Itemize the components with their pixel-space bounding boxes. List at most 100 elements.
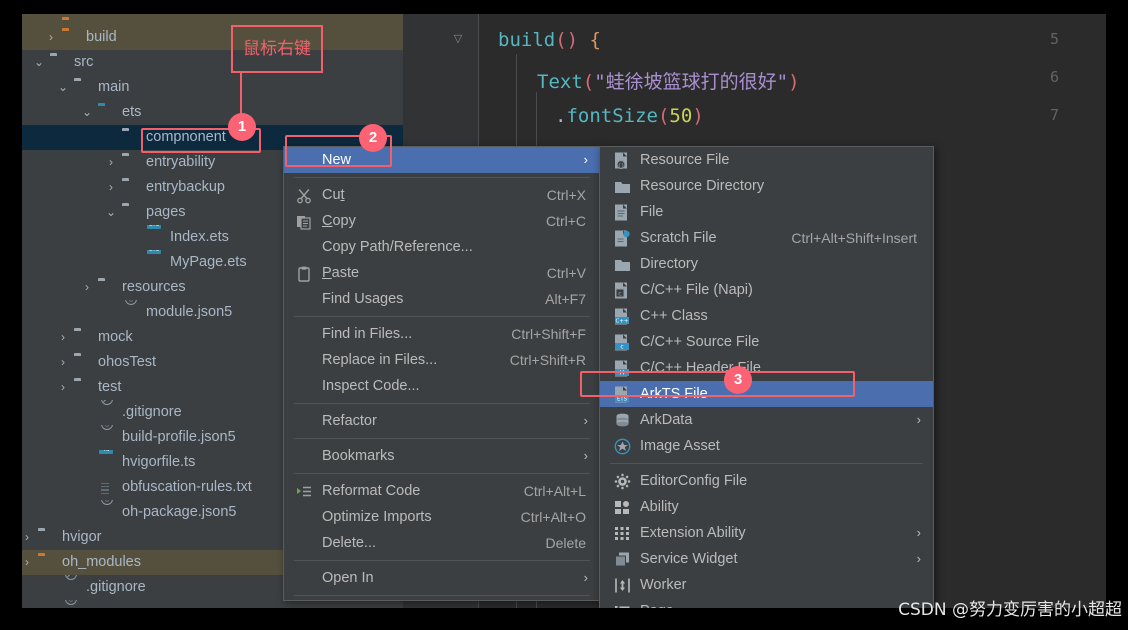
submenu-item-label: C/C++ Source File: [640, 334, 760, 350]
folder-gray-icon: [122, 204, 139, 221]
context-menu-item[interactable]: Find in Files... Ctrl+Shift+F: [284, 321, 600, 347]
tree-row[interactable]: {}: [22, 600, 403, 608]
watermark: CSDN @努力变厉害的小超超: [898, 600, 1122, 620]
menu-separator: [294, 595, 590, 596]
svg-text:c: c: [618, 290, 622, 298]
submenu-item[interactable]: Extension Ability ›: [600, 520, 933, 546]
chevron-icon[interactable]: ›: [44, 25, 58, 50]
context-menu-item[interactable]: Optimize Imports Ctrl+Alt+O: [284, 504, 600, 530]
submenu-item[interactable]: Directory: [600, 251, 933, 277]
submenu-item[interactable]: Page: [600, 598, 933, 608]
image-asset-icon: [614, 438, 631, 455]
menu-item-shortcut: Ctrl+Alt+O: [520, 509, 586, 525]
context-menu-item[interactable]: Copy Ctrl+C: [284, 208, 600, 234]
submenu-item[interactable]: c C/C++ File (Napi): [600, 277, 933, 303]
chevron-icon[interactable]: ›: [56, 325, 70, 350]
menu-item-shortcut: Ctrl+V: [546, 265, 586, 281]
svg-text:C++: C++: [615, 319, 628, 325]
folder-gray-icon: [74, 379, 91, 396]
folder-orange-icon: [62, 18, 79, 25]
submenu-item[interactable]: c C/C++ Source File: [600, 329, 933, 355]
tree-item-label: Index.ets: [170, 229, 229, 245]
context-menu-item[interactable]: Paste Ctrl+V: [284, 260, 600, 286]
menu-item-label: Delete...: [322, 535, 376, 551]
gear-icon: [614, 473, 631, 490]
submenu-item[interactable]: Resource Directory: [600, 173, 933, 199]
context-menu-item[interactable]: Delete... Delete: [284, 530, 600, 556]
tree-row[interactable]: ⌄ src: [22, 50, 403, 75]
folder-teal-icon: [98, 104, 115, 121]
submenu-item[interactable]: Service Widget ›: [600, 546, 933, 572]
context-menu[interactable]: New › Cut Ctrl+X Copy Ctrl+C Copy Path/Referen…: [283, 146, 601, 601]
submenu-item[interactable]: C++ C++ Class: [600, 303, 933, 329]
context-menu-item[interactable]: Refactor ›: [284, 408, 600, 434]
file-ts-icon: TS: [98, 450, 115, 471]
context-menu-item[interactable]: Bookmarks ›: [284, 443, 600, 469]
chevron-icon[interactable]: ›: [22, 550, 34, 575]
chevron-icon[interactable]: ›: [56, 375, 70, 400]
chevron-right-icon: ›: [916, 412, 921, 427]
folder-orange-icon: [38, 554, 55, 571]
line-number-7: 7: [1049, 106, 1059, 124]
file-git-icon: [98, 400, 115, 421]
context-menu-item[interactable]: Inspect Code...: [284, 373, 600, 399]
submenu-item[interactable]: Image Asset: [600, 433, 933, 459]
tree-row[interactable]: [22, 14, 403, 25]
tree-item-label: ohosTest: [98, 354, 157, 370]
tree-row[interactable]: › build: [22, 25, 403, 50]
grid-icon: [614, 525, 631, 542]
menu-item-label: Inspect Code...: [322, 378, 420, 394]
scissors-icon: [296, 187, 312, 204]
tree-row[interactable]: ⌄ main: [22, 75, 403, 100]
chevron-icon[interactable]: ›: [80, 275, 94, 300]
context-menu-item[interactable]: Cut Ctrl+X: [284, 182, 600, 208]
menu-item-shortcut: Alt+F7: [545, 291, 586, 307]
tree-item-label: test: [98, 379, 122, 395]
submenu-item[interactable]: Ability: [600, 494, 933, 520]
submenu-item[interactable]: EditorConfig File: [600, 468, 933, 494]
submenu-item-label: C/C++ File (Napi): [640, 282, 753, 298]
folder-gray-icon: [50, 54, 67, 71]
file-git-icon: [62, 575, 79, 596]
chevron-icon[interactable]: ›: [22, 525, 34, 550]
submenu-item-label: EditorConfig File: [640, 473, 748, 489]
context-menu-item[interactable]: Open In ›: [284, 565, 600, 591]
submenu-item-label: Service Widget: [640, 551, 738, 567]
tree-item-label: ets: [122, 104, 142, 120]
submenu-item[interactable]: Scratch File Ctrl+Alt+Shift+Insert: [600, 225, 933, 251]
menu-item-label: Find in Files...: [322, 326, 413, 342]
widget-icon: [614, 551, 631, 568]
menu-item-shortcut: Ctrl+Shift+R: [509, 352, 586, 368]
context-menu-item[interactable]: Reformat Code Ctrl+Alt+L: [284, 478, 600, 504]
chevron-icon[interactable]: ›: [104, 150, 118, 175]
chevron-right-icon: ›: [916, 551, 921, 566]
menu-item-label: Copy: [322, 213, 356, 229]
context-menu-item[interactable]: Replace in Files... Ctrl+Shift+R: [284, 347, 600, 373]
menu-item-shortcut: Ctrl+C: [545, 213, 586, 229]
tree-row[interactable]: ⌄ ets: [22, 100, 403, 125]
folder-icon: [614, 256, 631, 273]
black-border-top: [0, 0, 1128, 14]
context-menu-item[interactable]: Find Usages Alt+F7: [284, 286, 600, 312]
chevron-icon[interactable]: ⌄: [104, 200, 118, 225]
chevron-icon[interactable]: ›: [104, 175, 118, 200]
submenu-item[interactable]: Worker: [600, 572, 933, 598]
context-menu-item[interactable]: Copy Path/Reference...: [284, 234, 600, 260]
chevron-icon[interactable]: ⌄: [80, 100, 94, 125]
tree-item-label: resources: [122, 279, 186, 295]
chevron-icon[interactable]: ›: [56, 350, 70, 375]
submenu-item-label: Image Asset: [640, 438, 720, 454]
tree-item-label: mock: [98, 329, 133, 345]
line-number-6: 6: [1049, 68, 1059, 86]
submenu-item[interactable]: File: [600, 199, 933, 225]
screenshot-root: › build ⌄ src ⌄ main ⌄ ets compnonent › entryabili…: [0, 0, 1128, 630]
code-line-5: build() {: [498, 29, 601, 51]
folder-gray-icon: [74, 329, 91, 346]
highlight-rect-arkts-file: [580, 371, 855, 397]
fold-marker[interactable]: ▽: [451, 32, 465, 45]
folder-gray-icon: [74, 79, 91, 96]
chevron-icon[interactable]: ⌄: [32, 50, 46, 75]
chevron-icon[interactable]: ⌄: [56, 75, 70, 100]
submenu-item[interactable]: {} Resource File: [600, 147, 933, 173]
submenu-item[interactable]: ArkData ›: [600, 407, 933, 433]
